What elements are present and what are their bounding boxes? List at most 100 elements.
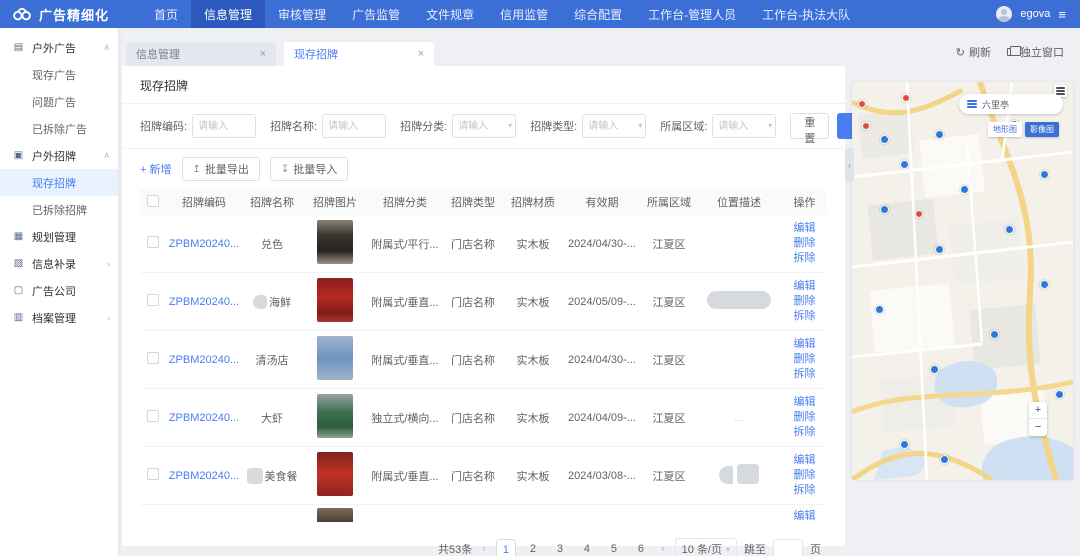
edit-link[interactable]: 编辑 [782, 221, 827, 236]
delete-link[interactable]: 删除 [782, 468, 827, 483]
sign-category-select[interactable] [452, 114, 516, 138]
sign-code-link[interactable]: ZPBM20240... [166, 238, 242, 250]
refresh-button[interactable]: ↻ 刷新 [956, 44, 991, 60]
page-size-select[interactable]: 10 条/页 ▾ [675, 538, 737, 556]
sign-code-input[interactable] [192, 114, 256, 138]
page-4[interactable]: 4 [577, 539, 597, 556]
standalone-window-button[interactable]: 独立窗口 [1007, 44, 1064, 60]
menu-workbench-enforcement[interactable]: 工作台-执法大队 [749, 0, 863, 28]
menu-comprehensive-config[interactable]: 综合配置 [561, 0, 635, 28]
page-2[interactable]: 2 [523, 539, 543, 556]
zoom-out-button[interactable]: − [1029, 419, 1047, 436]
menu-credit-supervision[interactable]: 信用监管 [487, 0, 561, 28]
user-avatar[interactable] [996, 6, 1012, 22]
menu-ad-supervision[interactable]: 广告监管 [339, 0, 413, 28]
close-icon[interactable]: × [260, 48, 266, 60]
sign-code-link[interactable]: ZPBM20240... [166, 296, 242, 308]
sign-image-thumbnail[interactable] [317, 336, 353, 380]
edit-link[interactable]: 编辑 [782, 395, 827, 410]
sidebar-group-archive[interactable]: ▥ 档案管理 › [0, 304, 118, 331]
sidebar-item-ad-company[interactable]: ▢ 广告公司 [0, 277, 118, 304]
sidebar-group-outdoor-sign[interactable]: ▣ 户外招牌 ∧ [0, 142, 118, 169]
tab-existing-sign[interactable]: 现存招牌 × [284, 42, 434, 66]
map-poi-marker[interactable] [875, 305, 884, 314]
reset-button[interactable]: 重置 [790, 113, 829, 139]
sign-type-select[interactable] [582, 114, 646, 138]
map-poi-marker[interactable] [940, 455, 949, 464]
imagery-map-button[interactable]: 影像图 [1025, 122, 1059, 137]
map-poi-marker[interactable] [880, 205, 889, 214]
zoom-in-button[interactable]: + [1029, 402, 1047, 419]
demolish-link[interactable]: 拆除 [782, 367, 827, 382]
close-icon[interactable]: × [418, 48, 424, 60]
sign-code-link[interactable]: ZPBM20240... [166, 470, 242, 482]
map-search-box[interactable]: 六里亭 [959, 94, 1063, 114]
sign-image-thumbnail[interactable] [317, 508, 353, 522]
map-poi-marker[interactable] [900, 440, 909, 449]
sign-name-input[interactable] [322, 114, 386, 138]
map-collapse-handle[interactable]: ‹ [845, 148, 854, 182]
map-poi-marker[interactable] [960, 185, 969, 194]
row-checkbox[interactable] [147, 352, 159, 364]
edit-link[interactable]: 编辑 [782, 279, 827, 294]
map-poi-marker[interactable] [1005, 225, 1014, 234]
page-1[interactable]: 1 [496, 539, 516, 556]
sidebar-group-outdoor-ad[interactable]: ▤ 户外广告 ∧ [0, 34, 118, 61]
select-all-checkbox[interactable] [147, 195, 159, 207]
page-5[interactable]: 5 [604, 539, 624, 556]
sidebar-item-problem-ad[interactable]: 问题广告 [0, 88, 118, 115]
row-checkbox[interactable] [147, 294, 159, 306]
row-checkbox[interactable] [147, 468, 159, 480]
sidebar-item-existing-sign[interactable]: 现存招牌 [0, 169, 118, 196]
delete-link[interactable]: 删除 [782, 236, 827, 251]
demolish-link[interactable]: 拆除 [782, 483, 827, 498]
sidebar-item-removed-sign[interactable]: 已拆除招牌 [0, 196, 118, 223]
menu-document-rules[interactable]: 文件规章 [413, 0, 487, 28]
map-poi-marker[interactable] [915, 210, 923, 218]
prev-page-icon[interactable]: ‹ [479, 543, 489, 555]
map-poi-marker[interactable] [935, 245, 944, 254]
page-3[interactable]: 3 [550, 539, 570, 556]
sidebar-item-removed-ad[interactable]: 已拆除广告 [0, 115, 118, 142]
sidebar-group-info-supplement[interactable]: ▧ 信息补录 › [0, 250, 118, 277]
sidebar-item-existing-ad[interactable]: 现存广告 [0, 61, 118, 88]
map-poi-marker[interactable] [858, 100, 866, 108]
map-poi-marker[interactable] [935, 130, 944, 139]
map-poi-marker[interactable] [902, 94, 910, 102]
map-poi-marker[interactable] [1040, 170, 1049, 179]
add-button[interactable]: + 新增 [140, 161, 172, 177]
batch-import-button[interactable]: ↧批量导入 [270, 157, 348, 181]
edit-link[interactable]: 编辑 [782, 337, 827, 352]
district-select[interactable] [712, 114, 776, 138]
sidebar-item-planning[interactable]: ▦ 规划管理 [0, 223, 118, 250]
map-panel[interactable]: 六里亭 地形图 影像图 + − [852, 82, 1073, 480]
map-poi-marker[interactable] [862, 122, 870, 130]
delete-link[interactable]: 删除 [782, 352, 827, 367]
menu-audit-management[interactable]: 审核管理 [265, 0, 339, 28]
map-poi-marker[interactable] [990, 330, 999, 339]
demolish-link[interactable]: 拆除 [782, 251, 827, 266]
demolish-link[interactable]: 拆除 [782, 309, 827, 324]
tab-info-management[interactable]: 信息管理 × [126, 42, 276, 66]
sign-image-thumbnail[interactable] [317, 220, 353, 264]
sign-image-thumbnail[interactable] [317, 278, 353, 322]
terrain-map-button[interactable]: 地形图 [988, 122, 1022, 137]
map-poi-marker[interactable] [880, 135, 889, 144]
map-poi-marker[interactable] [930, 365, 939, 374]
menu-workbench-admin[interactable]: 工作台-管理人员 [635, 0, 749, 28]
edit-link[interactable]: 编辑 [782, 509, 827, 524]
jump-page-input[interactable] [773, 539, 803, 556]
sign-image-thumbnail[interactable] [317, 452, 353, 496]
sign-image-thumbnail[interactable] [317, 394, 353, 438]
menu-home[interactable]: 首页 [141, 0, 191, 28]
batch-export-button[interactable]: ↥批量导出 [182, 157, 260, 181]
sign-code-link[interactable]: ZPBM20240... [166, 412, 242, 424]
map-poi-marker[interactable] [1040, 280, 1049, 289]
delete-link[interactable]: 删除 [782, 294, 827, 309]
sign-code-link[interactable]: ZPBM20240... [166, 354, 242, 366]
demolish-link[interactable]: 拆除 [782, 425, 827, 440]
edit-link[interactable]: 编辑 [782, 453, 827, 468]
menu-info-management[interactable]: 信息管理 [191, 0, 265, 28]
map-poi-marker[interactable] [900, 160, 909, 169]
next-page-icon[interactable]: › [658, 543, 668, 555]
